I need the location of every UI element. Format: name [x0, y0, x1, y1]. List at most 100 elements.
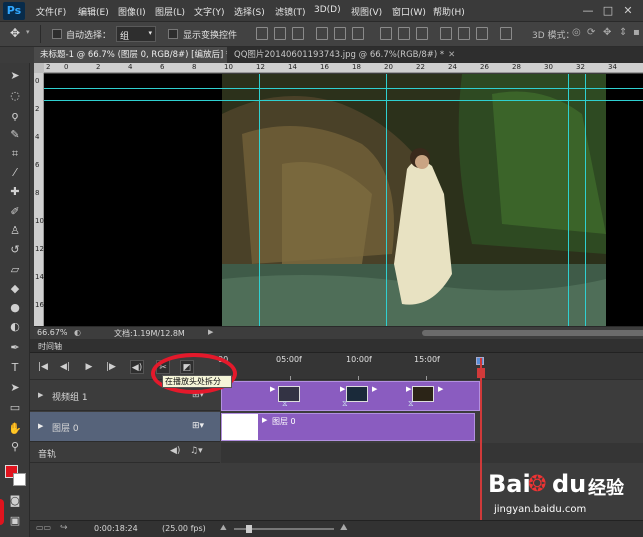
3d-orbit-icon[interactable]: ◎ [572, 27, 581, 38]
menu-window[interactable]: 窗口(W) [392, 5, 426, 18]
status-menu-arrow-icon[interactable]: ▶ [208, 328, 213, 336]
chevron-down-icon[interactable]: ▾ [26, 28, 30, 36]
clip-expand-arrow-icon[interactable]: ▶ [262, 416, 267, 424]
blur-tool-icon[interactable]: ● [7, 300, 23, 316]
menu-view[interactable]: 视图(V) [351, 5, 382, 18]
tab-document-1[interactable]: 未标题-1 @ 66.7% (图层 0, RGB/8#) [编放后] *✕ [34, 47, 227, 63]
clip-expand-arrow-icon[interactable]: ▶ [340, 385, 345, 393]
distribute-bottom-icon[interactable] [416, 27, 428, 40]
menu-help[interactable]: 帮助(H) [433, 5, 465, 18]
paint-bucket-tool-icon[interactable]: ◆ [7, 281, 23, 297]
align-bottom-icon[interactable] [292, 27, 304, 40]
guide-line[interactable] [259, 74, 260, 326]
zoom-in-icon[interactable]: ⛰ [340, 523, 348, 533]
guide-line[interactable] [568, 74, 569, 326]
auto-select-dropdown[interactable]: 组 ▾ [116, 26, 156, 42]
screen-mode-icon[interactable]: ▣ [7, 513, 23, 529]
hand-tool-icon[interactable]: ✋ [7, 421, 23, 437]
lasso-tool-icon[interactable]: ϙ [7, 108, 23, 124]
zoom-out-icon[interactable]: ⛰ [220, 523, 227, 533]
previous-frame-icon[interactable]: ◀| [58, 360, 72, 374]
close-icon[interactable]: ✕ [448, 50, 455, 60]
align-center-icon[interactable] [334, 27, 346, 40]
audio-track-lane[interactable] [221, 443, 643, 463]
crop-tool-icon[interactable]: ⌗ [7, 146, 23, 162]
convert-icon[interactable]: ↪ [60, 523, 68, 533]
brush-tool-icon[interactable]: ✐ [7, 204, 23, 220]
background-color-swatch[interactable] [13, 473, 26, 486]
expand-arrow-icon[interactable]: ▶ [38, 391, 43, 399]
menu-edit[interactable]: 编辑(E) [78, 5, 109, 18]
3d-slide-icon[interactable]: ⇕ [619, 27, 627, 38]
move-tool-icon[interactable]: ➤ [7, 68, 23, 84]
align-middle-icon[interactable] [274, 27, 286, 40]
menu-type[interactable]: 文字(Y) [194, 5, 225, 18]
menu-filter[interactable]: 滤镜(T) [275, 5, 306, 18]
clip-expand-arrow-icon[interactable]: ▶ [438, 385, 443, 393]
distribute-right-icon[interactable] [476, 27, 488, 40]
3d-roll-icon[interactable]: ⟳ [587, 27, 595, 38]
guide-line[interactable] [44, 100, 643, 101]
distribute-center-icon[interactable] [458, 27, 470, 40]
horizontal-scrollbar[interactable] [422, 330, 643, 336]
expand-arrow-icon[interactable]: ▶ [38, 422, 43, 430]
clip-expand-arrow-icon[interactable]: ▶ [270, 385, 275, 393]
align-right-icon[interactable] [352, 27, 364, 40]
minimize-button[interactable]: — [580, 3, 596, 19]
go-to-first-frame-icon[interactable]: |◀ [36, 360, 50, 374]
clone-stamp-tool-icon[interactable]: ♙ [7, 223, 23, 239]
menu-select[interactable]: 选择(S) [234, 5, 265, 18]
move-tool-icon[interactable]: ✥ [10, 26, 20, 40]
align-left-icon[interactable] [316, 27, 328, 40]
eraser-tool-icon[interactable]: ▱ [7, 262, 23, 278]
speaker-icon[interactable]: ◀) [170, 446, 180, 456]
history-brush-tool-icon[interactable]: ↺ [7, 242, 23, 258]
transition-marker-icon[interactable]: ⧖ [282, 399, 288, 409]
show-transform-checkbox[interactable] [168, 29, 178, 39]
play-icon[interactable]: ▶ [82, 360, 96, 374]
path-select-tool-icon[interactable]: ➤ [7, 380, 23, 396]
marquee-tool-icon[interactable]: ◌ [7, 88, 23, 104]
zoom-slider-thumb[interactable] [246, 525, 252, 533]
pen-tool-icon[interactable]: ✒ [7, 340, 23, 356]
playhead-handle[interactable] [477, 368, 485, 378]
timeline-tab[interactable]: 时间轴 [38, 341, 62, 352]
next-frame-icon[interactable]: |▶ [104, 360, 118, 374]
zoom-tool-icon[interactable]: ⚲ [7, 439, 23, 455]
audio-mute-icon[interactable]: ◀) [130, 360, 144, 374]
video-group-clip[interactable]: ▶ ▶ ▶ ▶ ▶ ⧖ ⧖ ⧖ [221, 381, 480, 411]
zoom-level[interactable]: 66.67% [37, 328, 68, 337]
quick-mask-icon[interactable]: ◙ [7, 493, 23, 509]
shape-tool-icon[interactable]: ▭ [7, 400, 23, 416]
transition-marker-icon[interactable]: ⧖ [342, 399, 348, 409]
distribute-left-icon[interactable] [440, 27, 452, 40]
menu-image[interactable]: 图像(I) [118, 5, 146, 18]
eyedropper-tool-icon[interactable]: ⁄ [7, 165, 23, 181]
dodge-tool-icon[interactable]: ◐ [7, 319, 23, 335]
type-tool-icon[interactable]: T [7, 360, 23, 376]
music-note-icon[interactable]: ♫▾ [190, 446, 203, 456]
clip-expand-arrow-icon[interactable]: ▶ [406, 385, 411, 393]
guide-line[interactable] [44, 88, 643, 89]
auto-align-icon[interactable] [500, 27, 512, 40]
align-top-icon[interactable] [256, 27, 268, 40]
transition-marker-icon[interactable]: ⧖ [408, 399, 414, 409]
menu-layer[interactable]: 图层(L) [155, 5, 185, 18]
maximize-button[interactable]: □ [600, 3, 616, 19]
info-icon[interactable]: ◐ [74, 328, 81, 337]
track-row-audio[interactable]: 音轨 ◀) ♫▾ [30, 443, 220, 463]
healing-brush-tool-icon[interactable]: ✚ [7, 184, 23, 200]
3d-pan-icon[interactable]: ✥ [603, 27, 611, 38]
close-window-button[interactable]: ✕ [620, 3, 636, 19]
guide-line[interactable] [386, 74, 387, 326]
distribute-top-icon[interactable] [380, 27, 392, 40]
track-row-layer-0[interactable]: ▶ 图层 0 ⊞▾ [30, 412, 220, 442]
auto-select-checkbox[interactable] [52, 29, 62, 39]
tab-document-2[interactable]: QQ图片20140601193743.jpg @ 66.7%(RGB/8#) *… [228, 47, 458, 63]
layer-0-clip[interactable]: ▶ 图层 0 [221, 413, 475, 441]
film-strip-icon[interactable]: ⊞▾ [192, 421, 204, 431]
render-options-icon[interactable]: ▭▭ [36, 523, 51, 532]
menu-3d[interactable]: 3D(D) [314, 5, 341, 15]
guide-line[interactable] [585, 74, 586, 326]
distribute-middle-icon[interactable] [398, 27, 410, 40]
